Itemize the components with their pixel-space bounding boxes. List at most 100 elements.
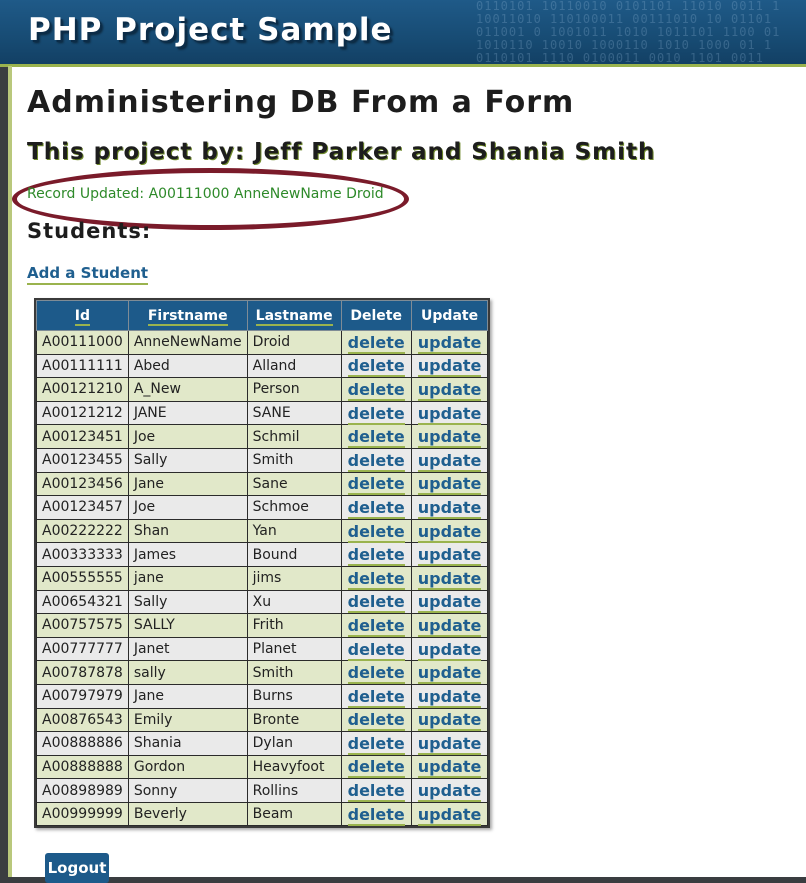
delete-link[interactable]: delete xyxy=(347,663,405,685)
column-header-id[interactable]: Id xyxy=(36,300,129,331)
update-link[interactable]: update xyxy=(417,521,482,543)
cell-id: A00123455 xyxy=(36,447,129,473)
logout-button[interactable]: Logout xyxy=(45,853,109,883)
cell-delete: delete xyxy=(340,613,412,638)
cell-update: update xyxy=(410,660,489,685)
cell-lastname: Alland xyxy=(246,353,342,379)
update-link[interactable]: update xyxy=(417,733,482,755)
delete-link[interactable]: delete xyxy=(347,710,405,732)
cell-id: A00123457 xyxy=(36,495,129,520)
table-row: A00757575 SALLY Frith delete update xyxy=(36,613,489,638)
cell-delete: delete xyxy=(340,731,412,756)
cell-firstname: SALLY xyxy=(127,613,248,638)
cell-firstname: Sally xyxy=(127,589,248,615)
update-link[interactable]: update xyxy=(417,403,482,425)
table-row: A00111000 AnneNewName Droid delete update xyxy=(36,330,489,355)
update-link[interactable]: update xyxy=(417,427,482,449)
cell-update: update xyxy=(410,447,489,473)
delete-link[interactable]: delete xyxy=(347,497,405,519)
cell-firstname: Sonny xyxy=(127,778,248,803)
sort-by-lastname-link[interactable]: Lastname xyxy=(255,307,333,326)
table-row: A00898989 Sonny Rollins delete update xyxy=(36,778,489,803)
table-row: A00797979 Jane Burns delete update xyxy=(36,683,489,709)
cell-firstname: AnneNewName xyxy=(127,330,248,355)
cell-firstname: Shania xyxy=(127,731,248,756)
update-link[interactable]: update xyxy=(417,450,482,472)
delete-link[interactable]: delete xyxy=(347,639,405,661)
update-link[interactable]: update xyxy=(417,639,482,661)
cell-lastname: Rollins xyxy=(246,778,342,803)
students-table: Id Firstname Lastname Delete Update A001… xyxy=(36,300,489,827)
update-link[interactable]: update xyxy=(417,757,482,779)
cell-id: A00888888 xyxy=(36,754,129,780)
delete-link[interactable]: delete xyxy=(347,356,405,378)
update-link[interactable]: update xyxy=(417,568,482,590)
cell-delete: delete xyxy=(340,447,412,473)
update-link[interactable]: update xyxy=(417,497,482,519)
cell-id: A00757575 xyxy=(36,613,129,638)
cell-update: update xyxy=(410,613,489,638)
delete-link[interactable]: delete xyxy=(347,474,405,496)
update-link[interactable]: update xyxy=(417,615,482,637)
table-row: A00123455 Sally Smith delete update xyxy=(36,447,489,473)
update-link[interactable]: update xyxy=(417,356,482,378)
cell-lastname: Dylan xyxy=(246,731,342,756)
delete-link[interactable]: delete xyxy=(347,686,405,708)
cell-id: A00333333 xyxy=(36,542,129,567)
delete-link[interactable]: delete xyxy=(347,521,405,543)
cell-update: update xyxy=(410,731,489,756)
update-link[interactable]: update xyxy=(417,379,482,401)
cell-delete: delete xyxy=(340,589,412,615)
update-link[interactable]: update xyxy=(417,545,482,567)
cell-delete: delete xyxy=(340,636,412,662)
update-link[interactable]: update xyxy=(417,474,482,496)
column-header-firstname[interactable]: Firstname xyxy=(127,300,248,331)
update-link[interactable]: update xyxy=(417,710,482,732)
table-row: A00787878 sally Smith delete update xyxy=(36,660,489,685)
column-header-delete: Delete xyxy=(340,300,412,331)
delete-link[interactable]: delete xyxy=(347,427,405,449)
table-row: A00555555 jane jims delete update xyxy=(36,565,489,591)
update-link[interactable]: update xyxy=(417,663,482,685)
cell-firstname: jane xyxy=(127,565,248,591)
update-link[interactable]: update xyxy=(417,686,482,708)
delete-link[interactable]: delete xyxy=(347,450,405,472)
delete-link[interactable]: delete xyxy=(347,568,405,590)
delete-link[interactable]: delete xyxy=(347,615,405,637)
page-title: Administering DB From a Form xyxy=(27,85,575,120)
delete-link[interactable]: delete xyxy=(347,592,405,614)
cell-lastname: SANE xyxy=(246,400,342,426)
cell-firstname: JANE xyxy=(127,400,248,426)
cell-id: A00123456 xyxy=(36,471,129,497)
update-link[interactable]: update xyxy=(417,592,482,614)
table-row: A00121210 A_New Person delete update xyxy=(36,377,489,402)
delete-link[interactable]: delete xyxy=(347,804,405,826)
update-link[interactable]: update xyxy=(417,332,482,354)
update-link[interactable]: update xyxy=(417,781,482,803)
cell-firstname: Joe xyxy=(127,424,248,449)
cell-firstname: Jane xyxy=(127,471,248,497)
sort-by-id-link[interactable]: Id xyxy=(74,307,91,326)
cell-firstname: Emily xyxy=(127,707,248,733)
update-link[interactable]: update xyxy=(417,804,482,826)
cell-update: update xyxy=(410,471,489,497)
delete-link[interactable]: delete xyxy=(347,545,405,567)
cell-delete: delete xyxy=(340,495,412,520)
add-student-link[interactable]: Add a Student xyxy=(27,264,149,285)
cell-update: update xyxy=(410,565,489,591)
delete-link[interactable]: delete xyxy=(347,379,405,401)
cell-id: A00999999 xyxy=(36,801,129,827)
cell-delete: delete xyxy=(340,424,412,449)
delete-link[interactable]: delete xyxy=(347,733,405,755)
cell-update: update xyxy=(410,542,489,567)
cell-lastname: Beam xyxy=(246,801,342,827)
column-header-lastname[interactable]: Lastname xyxy=(246,300,342,331)
table-row: A00123457 Joe Schmoe delete update xyxy=(36,495,489,520)
delete-link[interactable]: delete xyxy=(347,403,405,425)
cell-update: update xyxy=(410,400,489,426)
cell-firstname: Joe xyxy=(127,495,248,520)
delete-link[interactable]: delete xyxy=(347,781,405,803)
delete-link[interactable]: delete xyxy=(347,757,405,779)
delete-link[interactable]: delete xyxy=(347,332,405,354)
sort-by-firstname-link[interactable]: Firstname xyxy=(147,307,228,326)
